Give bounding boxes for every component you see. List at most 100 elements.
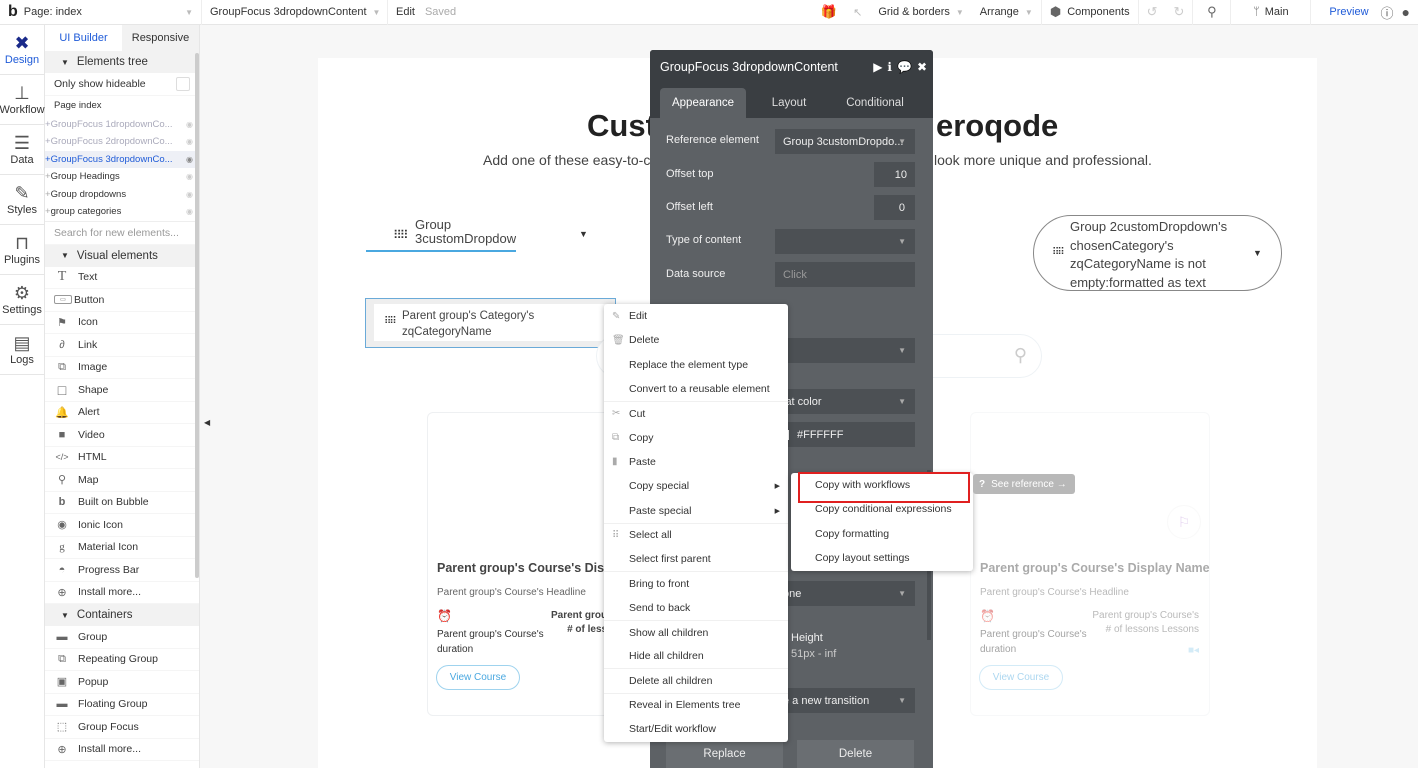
eye-icon[interactable]: ◉ (186, 120, 193, 129)
undo-icon[interactable]: ↺ (1139, 0, 1166, 25)
background-style-select[interactable]: lat color ▼ (775, 389, 915, 414)
rail-styles[interactable]: ✎ Styles (0, 175, 44, 225)
tab-ui-builder[interactable]: UI Builder (45, 25, 122, 51)
bookmark-icon[interactable]: ⚐ (1167, 505, 1201, 539)
redo-icon[interactable]: ↻ (1165, 0, 1194, 25)
reference-element-select[interactable]: Group 3customDropdo... ▼ (775, 129, 915, 154)
element-button[interactable]: ▭ Button (45, 289, 199, 312)
menu-item-paste-special[interactable]: Paste special ▶ (604, 498, 788, 522)
menu-item-delete-all-children[interactable]: Delete all children (604, 668, 788, 692)
rail-design[interactable]: ✖ Design (0, 25, 44, 75)
only-show-hideable[interactable]: Only show hideable (45, 73, 199, 96)
element-icon[interactable]: ⚑ Icon (45, 312, 199, 334)
offset-top-input[interactable]: 10 (874, 162, 915, 187)
search-icon[interactable]: ⚲ (1193, 0, 1232, 25)
cursor-icon[interactable]: ↖ (845, 0, 870, 25)
hideable-checkbox[interactable] (176, 76, 190, 91)
element-ionic-icon[interactable]: ◉ Ionic Icon (45, 514, 199, 537)
menu-item-reveal-in-tree[interactable]: Reveal in Elements tree (604, 692, 788, 717)
preview-button[interactable]: Preview (1321, 0, 1376, 25)
eye-icon[interactable]: ◉ (186, 207, 193, 216)
eye-icon[interactable]: ◉ (186, 137, 193, 146)
components-button[interactable]: ⬢ Components (1042, 0, 1139, 25)
menu-item-copy-special[interactable]: Copy special ▶ (604, 474, 788, 498)
element-map[interactable]: ⚲ Map (45, 469, 199, 492)
submenu-copy-layout[interactable]: Copy layout settings (791, 546, 973, 570)
tree-item-selected[interactable]: + GroupFocus 3dropdownCo... ◉ (45, 150, 199, 168)
container-repeating-group[interactable]: ⧉ Repeating Group (45, 649, 199, 671)
search-elements-input[interactable]: Search for new elements... (45, 220, 199, 245)
menu-item-paste[interactable]: ▮ Paste (604, 450, 788, 474)
menu-item-select-all[interactable]: ⠿ Select all (604, 522, 788, 547)
edit-mode[interactable]: Edit Saved (388, 0, 464, 25)
submenu-copy-formatting[interactable]: Copy formatting (791, 522, 973, 546)
collapse-panel-icon[interactable]: ◀ (204, 418, 210, 427)
data-source-input[interactable]: Click (775, 262, 915, 287)
info-icon[interactable]: ℹ (887, 60, 892, 74)
tab-layout[interactable]: Layout (746, 88, 832, 118)
tab-appearance[interactable]: Appearance (660, 88, 746, 118)
rail-workflow[interactable]: ⊥ Workflow (0, 75, 45, 125)
element-html[interactable]: </> HTML (45, 447, 199, 469)
element-selector[interactable]: GroupFocus 3dropdownContent ▼ (202, 0, 388, 25)
help-icon[interactable]: ⓘ (1377, 0, 1398, 25)
group-2custom-dropdown[interactable]: ⠿⠿ Group 2customDropdown's chosenCategor… (1033, 215, 1282, 291)
rail-plugins[interactable]: ⊓ Plugins (0, 225, 44, 275)
element-material-icon[interactable]: g Material Icon (45, 537, 199, 559)
page-selector[interactable]: b Page: index ▼ (0, 0, 202, 25)
menu-item-copy[interactable]: ⧉ Copy (604, 425, 788, 449)
tree-item[interactable]: + group categories ◉ (45, 203, 199, 221)
element-link[interactable]: ∂ Link (45, 334, 199, 357)
tab-conditional[interactable]: Conditional (832, 88, 918, 118)
install-more-containers[interactable]: ⊕ Install more... (45, 739, 199, 761)
view-course-button[interactable]: View Course (979, 665, 1063, 690)
container-floating-group[interactable]: ▬ Floating Group (45, 694, 199, 716)
rail-logs[interactable]: ▤ Logs (0, 325, 44, 375)
menu-item-select-first-parent[interactable]: Select first parent (604, 547, 788, 571)
play-icon[interactable]: ▶ (873, 60, 882, 74)
branch-selector[interactable]: ᛘ Main (1231, 0, 1312, 25)
element-video[interactable]: ■ Video (45, 424, 199, 447)
container-group-focus[interactable]: ⬚ Group Focus (45, 716, 199, 739)
element-progress-bar[interactable]: ◓ Progress Bar (45, 559, 199, 582)
element-alert[interactable]: 🔔 Alert (45, 402, 199, 424)
type-of-content-select[interactable]: ▼ (775, 229, 915, 254)
element-image[interactable]: ⧉ Image (45, 357, 199, 379)
containers-header[interactable]: ▼ Containers (45, 604, 199, 626)
menu-item-send-to-back[interactable]: Send to back (604, 596, 788, 620)
rail-settings[interactable]: ⚙ Settings (0, 275, 44, 325)
menu-item-start-edit-workflow[interactable]: Start/Edit workflow (604, 717, 788, 741)
view-course-button[interactable]: View Course (436, 665, 520, 690)
arrange-menu[interactable]: Arrange ▼ (972, 0, 1042, 25)
menu-item-edit[interactable]: ✎ Edit (604, 304, 788, 328)
element-text[interactable]: T Text (45, 267, 199, 289)
close-icon[interactable]: ✖ (917, 60, 927, 74)
selected-element[interactable]: ⠿⠿ Parent group's Category's zqCategoryNa… (365, 298, 616, 348)
group-3custom-dropdown[interactable]: ⠿⠿ Group 3customDropdown (366, 216, 516, 252)
transition-select[interactable]: e a new transition ▼ (775, 688, 915, 713)
style-select[interactable]: ▼ (775, 338, 915, 363)
tree-page-index[interactable]: Page index (45, 96, 199, 116)
menu-item-bring-to-front[interactable]: Bring to front (604, 571, 788, 595)
gift-icon[interactable]: 🎁 (813, 0, 845, 25)
eye-icon[interactable]: ◉ (186, 190, 193, 199)
tree-item[interactable]: + Group Headings ◉ (45, 168, 199, 186)
elements-tree-header[interactable]: ▼ Elements tree (45, 51, 199, 73)
element-built-on-bubble[interactable]: b Built on Bubble (45, 492, 199, 514)
property-editor-header[interactable]: GroupFocus 3dropdownContent ▶ ℹ 💬 ✖ (650, 50, 933, 84)
background-color-input[interactable]: #FFFFFF (775, 422, 915, 447)
account-icon[interactable]: ● (1398, 0, 1418, 25)
menu-item-hide-all-children[interactable]: Hide all children (604, 644, 788, 668)
replace-button[interactable]: Replace (666, 740, 783, 768)
comment-icon[interactable]: 💬 (897, 60, 912, 74)
visual-elements-header[interactable]: ▼ Visual elements (45, 244, 199, 267)
menu-item-convert-reusable[interactable]: Convert to a reusable element (604, 377, 788, 401)
delete-button[interactable]: Delete (797, 740, 914, 768)
element-shape[interactable]: □ Shape (45, 379, 199, 402)
see-reference-button[interactable]: ? See reference → (973, 474, 1075, 494)
install-more-visual[interactable]: ⊕ Install more... (45, 582, 199, 604)
tree-item[interactable]: + Group dropdowns ◉ (45, 186, 199, 204)
eye-icon[interactable]: ◉ (186, 172, 193, 181)
container-group[interactable]: ▬ Group (45, 626, 199, 649)
grid-borders-menu[interactable]: Grid & borders ▼ (870, 0, 971, 25)
